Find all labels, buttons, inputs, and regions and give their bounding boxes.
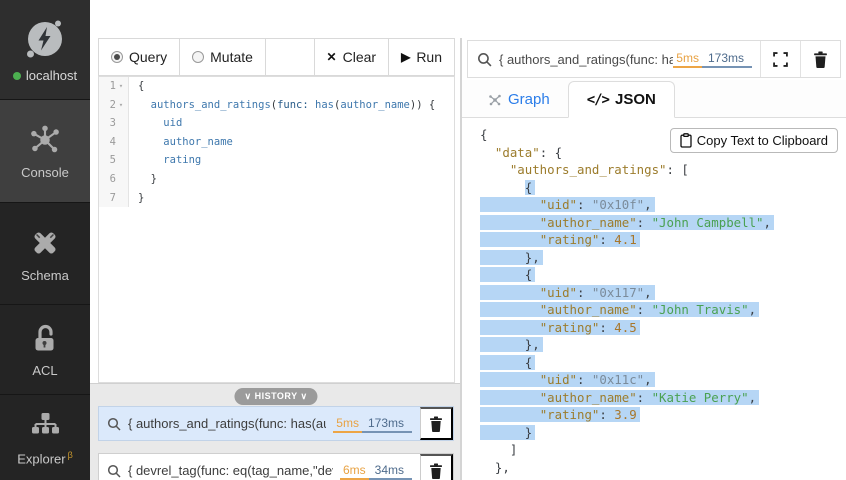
json-line: "authors_and_ratings": [	[480, 161, 846, 179]
json-line: },	[480, 459, 846, 477]
history-item-query[interactable]: { devrel_tag(func: eq(tag_name,"devrel… …	[99, 454, 420, 480]
code-line: 5 rating	[99, 151, 454, 170]
copy-to-clipboard-button[interactable]: Copy Text to Clipboard	[670, 128, 838, 153]
dgraph-logo-icon	[22, 16, 68, 62]
json-line: "author_name": "John Travis",	[480, 301, 846, 319]
query-mode-radio[interactable]: Query	[98, 38, 180, 76]
json-line: {	[480, 266, 846, 284]
result-query-bar: { authors_and_ratings(func: has(aut… 5ms…	[467, 40, 841, 78]
sidebar-item-acl[interactable]: ACL	[0, 305, 90, 395]
sidebar-item-label: ACL	[32, 363, 57, 378]
radio-unselected-icon	[192, 51, 204, 63]
json-line: "rating": 4.5	[480, 319, 846, 337]
delete-history-button[interactable]	[420, 407, 453, 440]
json-line: },	[480, 336, 846, 354]
latency-badge: 5ms173ms	[333, 415, 412, 433]
code-line: 2▾ authors_and_ratings(func: has(author_…	[99, 96, 454, 115]
run-play-icon: ▶	[401, 50, 410, 64]
fullscreen-button[interactable]	[761, 41, 800, 77]
beta-badge: β	[68, 450, 73, 460]
history-item: { authors_and_ratings(func: has(author… …	[98, 406, 454, 441]
json-line: "author_name": "John Campbell",	[480, 214, 846, 232]
toolbar-spacer	[265, 38, 315, 76]
json-line: "uid": "0x11c",	[480, 371, 846, 389]
json-line: {	[480, 354, 846, 372]
fullscreen-icon	[773, 52, 788, 67]
ratel-console-page: localhost Console	[0, 0, 846, 480]
history-item: { devrel_tag(func: eq(tag_name,"devrel… …	[98, 453, 454, 480]
connection-host-label: localhost	[26, 68, 77, 83]
search-icon	[107, 417, 121, 431]
query-panel: Query Mutate ✕ Clear ▶ Run 1▾{2▾ authors…	[90, 0, 462, 480]
sidebar-connection[interactable]: localhost	[0, 0, 90, 100]
result-query-text: { authors_and_ratings(func: has(aut…	[499, 52, 673, 67]
code-line: 3 uid	[99, 114, 454, 133]
query-editor[interactable]: 1▾{2▾ authors_and_ratings(func: has(auth…	[98, 76, 455, 383]
delete-history-button[interactable]	[420, 454, 453, 480]
history-item-query[interactable]: { authors_and_ratings(func: has(author… …	[99, 407, 420, 440]
graph-network-icon	[488, 93, 502, 107]
json-line: "uid": "0x117",	[480, 284, 846, 302]
code-line: 4 author_name	[99, 133, 454, 152]
json-result-view[interactable]: { "data": { "authors_and_ratings": [ { "…	[462, 118, 846, 480]
radio-selected-icon	[111, 51, 123, 63]
tab-json[interactable]: </> JSON	[568, 81, 675, 118]
json-line: "rating": 3.9	[480, 406, 846, 424]
result-panel: { authors_and_ratings(func: has(aut… 5ms…	[462, 0, 846, 480]
schema-tools-icon	[27, 225, 63, 261]
code-line: 7}	[99, 189, 454, 208]
history-section: ∨ HISTORY ∨ { authors_and_ratings(func: …	[90, 383, 462, 480]
json-line: }	[480, 424, 846, 442]
connection-status-dot	[13, 72, 21, 80]
sidebar-item-console[interactable]: Console	[0, 100, 90, 203]
json-line: ]	[480, 441, 846, 459]
mutate-mode-radio[interactable]: Mutate	[179, 38, 266, 76]
code-line: 1▾{	[99, 77, 454, 96]
result-tabs: Graph </> JSON	[462, 80, 846, 118]
clear-result-button[interactable]	[801, 41, 840, 77]
trash-icon	[429, 416, 443, 432]
json-line: "uid": "0x10f",	[480, 196, 846, 214]
sidebar-item-label: Explorerβ	[17, 450, 73, 466]
graph-network-icon	[27, 122, 63, 158]
latency-badge: 5ms173ms	[673, 50, 752, 68]
json-line: "rating": 4.1	[480, 231, 846, 249]
query-toolbar: Query Mutate ✕ Clear ▶ Run	[98, 38, 455, 76]
search-icon	[107, 464, 121, 478]
trash-icon	[813, 51, 828, 68]
code-line: 6 }	[99, 170, 454, 189]
json-line: {	[480, 179, 846, 197]
json-line: "author_name": "Katie Perry",	[480, 389, 846, 407]
json-line: },	[480, 249, 846, 267]
unlocked-padlock-icon	[28, 322, 62, 356]
hierarchy-icon	[28, 409, 62, 443]
clear-button[interactable]: ✕ Clear	[314, 38, 390, 76]
sidebar: localhost Console	[0, 0, 90, 480]
clear-x-icon: ✕	[327, 50, 337, 64]
tab-graph[interactable]: Graph	[470, 82, 568, 117]
sidebar-item-explorer[interactable]: Explorerβ	[0, 395, 90, 480]
search-icon	[468, 52, 492, 67]
clipboard-icon	[680, 133, 692, 148]
sidebar-item-schema[interactable]: Schema	[0, 203, 90, 305]
history-toggle[interactable]: ∨ HISTORY ∨	[234, 388, 317, 405]
latency-badge: 6ms34ms	[340, 462, 412, 480]
code-icon: </>	[587, 92, 609, 108]
trash-icon	[429, 463, 443, 479]
sidebar-item-label: Console	[21, 165, 69, 180]
run-button[interactable]: ▶ Run	[388, 38, 455, 76]
sidebar-item-label: Schema	[21, 268, 69, 283]
